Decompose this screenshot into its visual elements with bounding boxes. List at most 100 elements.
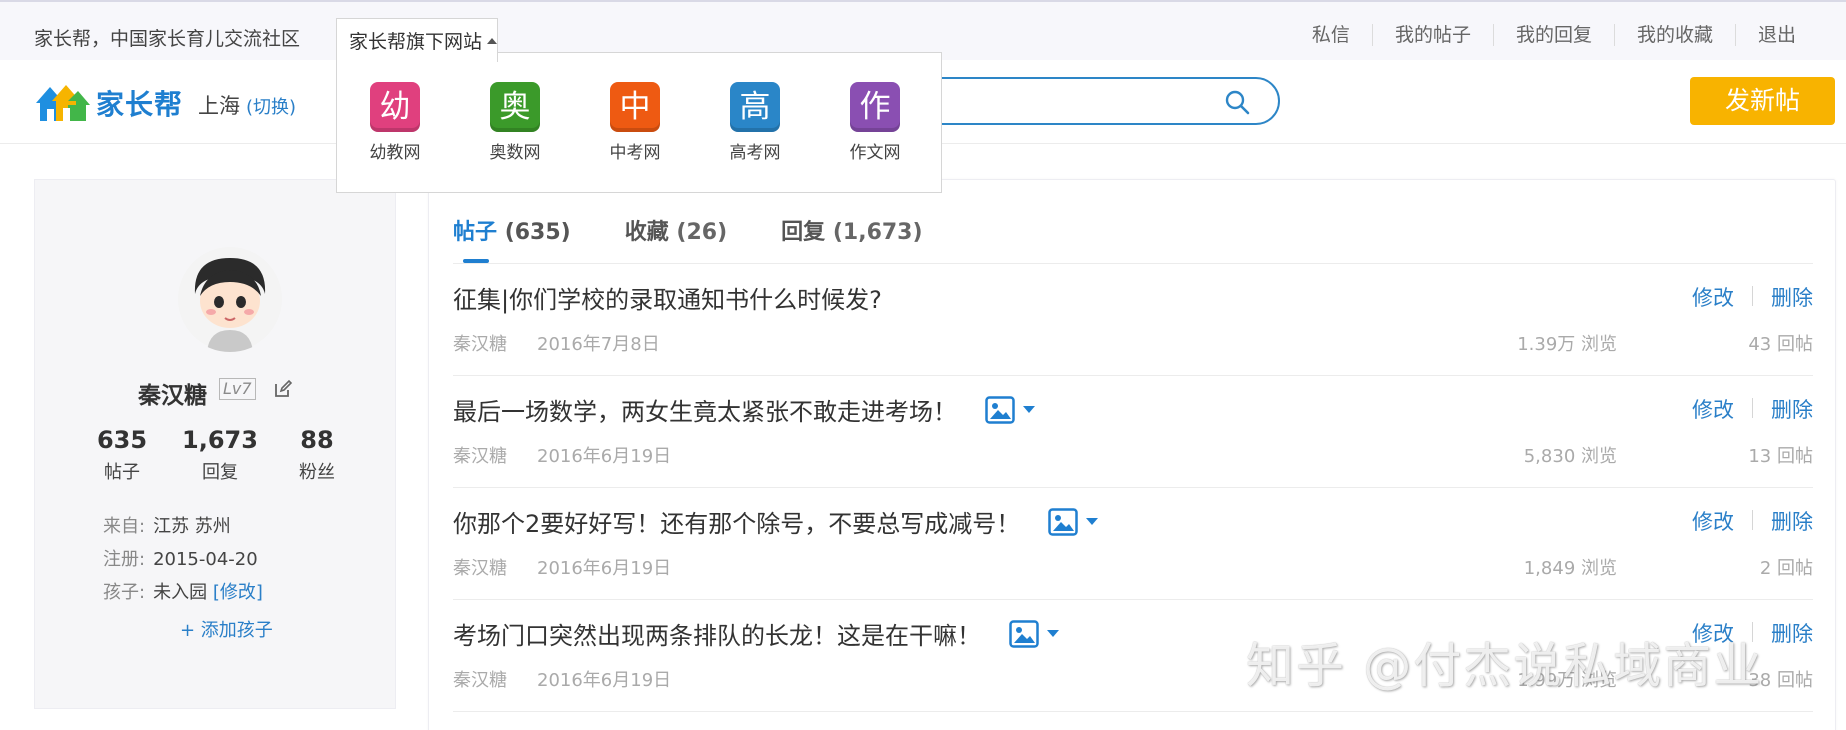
house-logo-icon (36, 85, 90, 121)
post-row: 征集|你们学校的录取通知书什么时候发? 修改 删除 秦汉糖 2016年7月8日 … (453, 264, 1813, 376)
nav-my-favorites[interactable]: 我的收藏 (1613, 24, 1735, 46)
caret-up-icon (487, 38, 498, 44)
avatar[interactable] (177, 246, 283, 352)
site-logo[interactable]: 家长帮 (34, 80, 183, 126)
tab-favorites[interactable]: 收藏 (26) (625, 214, 727, 264)
profile-card: 秦汉糖 Lv7 635 帖子 1,673 回复 88 粉丝 来自: 江苏 苏州 注… (34, 179, 396, 709)
site-item-olympiad-math[interactable]: 奥 奥数网 (475, 82, 555, 163)
info-label: 孩子: (103, 582, 146, 603)
delete-post-link[interactable]: 删除 (1771, 282, 1813, 312)
zhongkao-badge-icon: 中 (610, 82, 660, 132)
composition-badge-icon: 作 (850, 82, 900, 132)
post-views: 1.39万 浏览 (1517, 334, 1617, 355)
stat-number: 1,673 (182, 426, 258, 454)
post-date: 2016年6月19日 (537, 670, 672, 691)
search-input[interactable] (900, 77, 1280, 125)
post-title-link[interactable]: 征集|你们学校的录取通知书什么时候发? (453, 280, 882, 315)
site-label: 中考网 (609, 143, 661, 163)
top-bar: 家长帮，中国家长育儿交流社区 家长帮旗下网站 私信 我的帖子 我的回复 我的收藏… (0, 0, 1846, 62)
edit-post-link[interactable]: 修改 (1692, 282, 1734, 312)
stat-number: 635 (96, 426, 148, 454)
post-title: 征集|你们学校的录取通知书什么时候发? (453, 286, 882, 314)
info-value: 2015-04-20 (153, 549, 258, 570)
post-title: 你那个2要好好写！还有那个除号，不要总写成减号！ (453, 510, 1021, 538)
post-date: 2016年6月19日 (537, 558, 672, 579)
post-author[interactable]: 秦汉糖 (453, 330, 507, 356)
stat-label: 帖子 (104, 462, 140, 483)
stat-fans[interactable]: 88 粉丝 (272, 426, 362, 484)
info-label: 注册: (103, 549, 146, 570)
tab-count: (635) (504, 220, 571, 245)
add-child-link[interactable]: + 添加孩子 (180, 616, 273, 642)
site-label: 高考网 (729, 143, 781, 163)
stat-posts[interactable]: 635 帖子 (77, 426, 167, 484)
edit-post-link[interactable]: 修改 (1692, 506, 1734, 536)
post-author[interactable]: 秦汉糖 (453, 554, 507, 580)
search-icon[interactable] (1224, 89, 1250, 115)
delete-post-link[interactable]: 删除 (1771, 618, 1813, 648)
info-from: 来自: 江苏 苏州 (103, 512, 231, 538)
post-actions: 修改 删除 (1692, 506, 1813, 536)
level-badge: Lv7 (219, 378, 256, 400)
tab-label: 收藏 (624, 220, 669, 245)
post-date: 2016年7月8日 (537, 334, 660, 355)
site-item-composition[interactable]: 作 作文网 (835, 82, 915, 163)
post-title-link[interactable]: 你那个2要好好写！还有那个除号，不要总写成减号！ (453, 504, 1099, 539)
post-title: 考场门口突然出现两条排队的长龙！这是在干嘛！ (453, 622, 981, 650)
preschool-badge-icon: 幼 (370, 82, 420, 132)
logo-text: 家长帮 (96, 88, 184, 121)
site-item-zhongkao[interactable]: 中 中考网 (595, 82, 675, 163)
divider (1752, 510, 1753, 530)
tab-label: 回复 (781, 220, 826, 245)
sister-sites-dropdown: 幼 幼教网 奥 奥数网 中 中考网 高 高考网 作 作文网 (336, 52, 942, 193)
post-actions: 修改 删除 (1692, 394, 1813, 424)
info-label: 来自: (103, 516, 146, 537)
gaokao-badge-icon: 高 (730, 82, 780, 132)
nav-logout[interactable]: 退出 (1734, 24, 1818, 46)
post-row: 最后一场数学，两女生竟太紧张不敢走进考场！ 修改 删除 秦汉糖 2016年6月1… (453, 376, 1813, 488)
site-item-preschool[interactable]: 幼 幼教网 (355, 82, 435, 163)
post-author[interactable]: 秦汉糖 (453, 666, 507, 692)
city-name: 上海 (198, 94, 240, 118)
post-author[interactable]: 秦汉糖 (453, 442, 507, 468)
tab-count: (1,673) (832, 220, 923, 245)
caret-down-icon[interactable] (1047, 630, 1059, 637)
post-title: 最后一场数学，两女生竟太紧张不敢走进考场！ (453, 398, 957, 426)
city-switch-link[interactable]: (切换) (246, 97, 296, 118)
caret-down-icon[interactable] (1023, 406, 1035, 413)
info-value: 江苏 苏州 (153, 516, 231, 537)
watermark: 知乎 @付杰说私域商业 (1246, 638, 1764, 694)
edit-icon[interactable] (273, 379, 293, 399)
caret-down-icon[interactable] (1086, 518, 1099, 525)
nav-my-posts[interactable]: 我的帖子 (1371, 24, 1493, 46)
olympiad-badge-icon: 奥 (490, 82, 540, 132)
nav-my-replies[interactable]: 我的回复 (1492, 24, 1614, 46)
post-title-link[interactable]: 考场门口突然出现两条排队的长龙！这是在干嘛！ (453, 616, 1059, 651)
delete-post-link[interactable]: 删除 (1771, 394, 1813, 424)
site-label: 作文网 (849, 143, 901, 163)
stat-label: 回复 (202, 462, 238, 483)
stat-replies[interactable]: 1,673 回复 (175, 426, 265, 484)
image-icon[interactable] (1048, 507, 1079, 536)
new-post-button[interactable]: 发新帖 (1690, 77, 1835, 125)
sister-sites-menu-button[interactable]: 家长帮旗下网站 (336, 18, 498, 62)
site-item-gaokao[interactable]: 高 高考网 (715, 82, 795, 163)
edit-post-link[interactable]: 修改 (1692, 394, 1734, 424)
tab-posts[interactable]: 帖子 (635) (453, 214, 571, 264)
image-icon[interactable] (1009, 619, 1039, 648)
site-slogan: 家长帮，中国家长育儿交流社区 (34, 28, 301, 50)
post-views: 5,830 浏览 (1523, 446, 1617, 467)
info-child: 孩子: 未入园 [修改] (103, 578, 263, 604)
edit-child-link[interactable]: [修改] (213, 582, 263, 603)
tab-replies[interactable]: 回复 (1,673) (781, 214, 922, 264)
post-replies: 43 回帖 (1748, 334, 1813, 355)
sister-sites-label: 家长帮旗下网站 (349, 31, 483, 53)
divider (1752, 286, 1753, 306)
post-date: 2016年6月19日 (537, 446, 672, 467)
nav-messages[interactable]: 私信 (1290, 24, 1372, 46)
info-value: 未入园 (153, 582, 208, 603)
post-title-link[interactable]: 最后一场数学，两女生竟太紧张不敢走进考场！ (453, 392, 1035, 427)
post-views: 1,849 浏览 (1523, 558, 1617, 579)
image-icon[interactable] (985, 395, 1015, 424)
delete-post-link[interactable]: 删除 (1771, 506, 1813, 536)
